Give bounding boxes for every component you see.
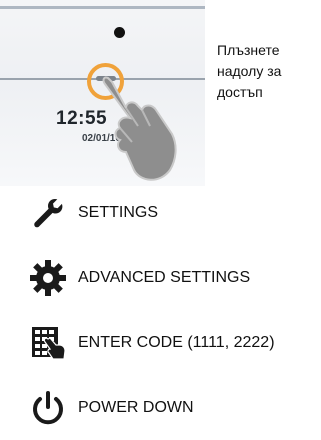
- enter-code-item[interactable]: ENTER CODE (1111, 2222): [28, 323, 275, 363]
- keypad-hand-icon: [28, 323, 68, 363]
- advanced-settings-label: ADVANCED SETTINGS: [78, 269, 251, 286]
- power-down-item[interactable]: POWER DOWN: [28, 388, 194, 428]
- camera-dot: [114, 27, 125, 38]
- wrench-icon: [28, 193, 68, 233]
- swipe-hint-text: Плъзнете надолу за достъп: [217, 42, 282, 100]
- device-lock-screen: 12:55 02/01/16: [0, 0, 205, 186]
- pointing-hand-icon: [102, 76, 177, 181]
- power-icon: [28, 388, 68, 428]
- status-bar: [0, 6, 205, 9]
- gear-icon: [28, 258, 68, 298]
- advanced-settings-item[interactable]: ADVANCED SETTINGS: [28, 258, 250, 298]
- enter-code-label: ENTER CODE (1111, 2222): [78, 334, 275, 351]
- settings-label: SETTINGS: [78, 204, 159, 221]
- power-down-label: POWER DOWN: [78, 399, 194, 416]
- settings-item[interactable]: SETTINGS: [28, 193, 158, 233]
